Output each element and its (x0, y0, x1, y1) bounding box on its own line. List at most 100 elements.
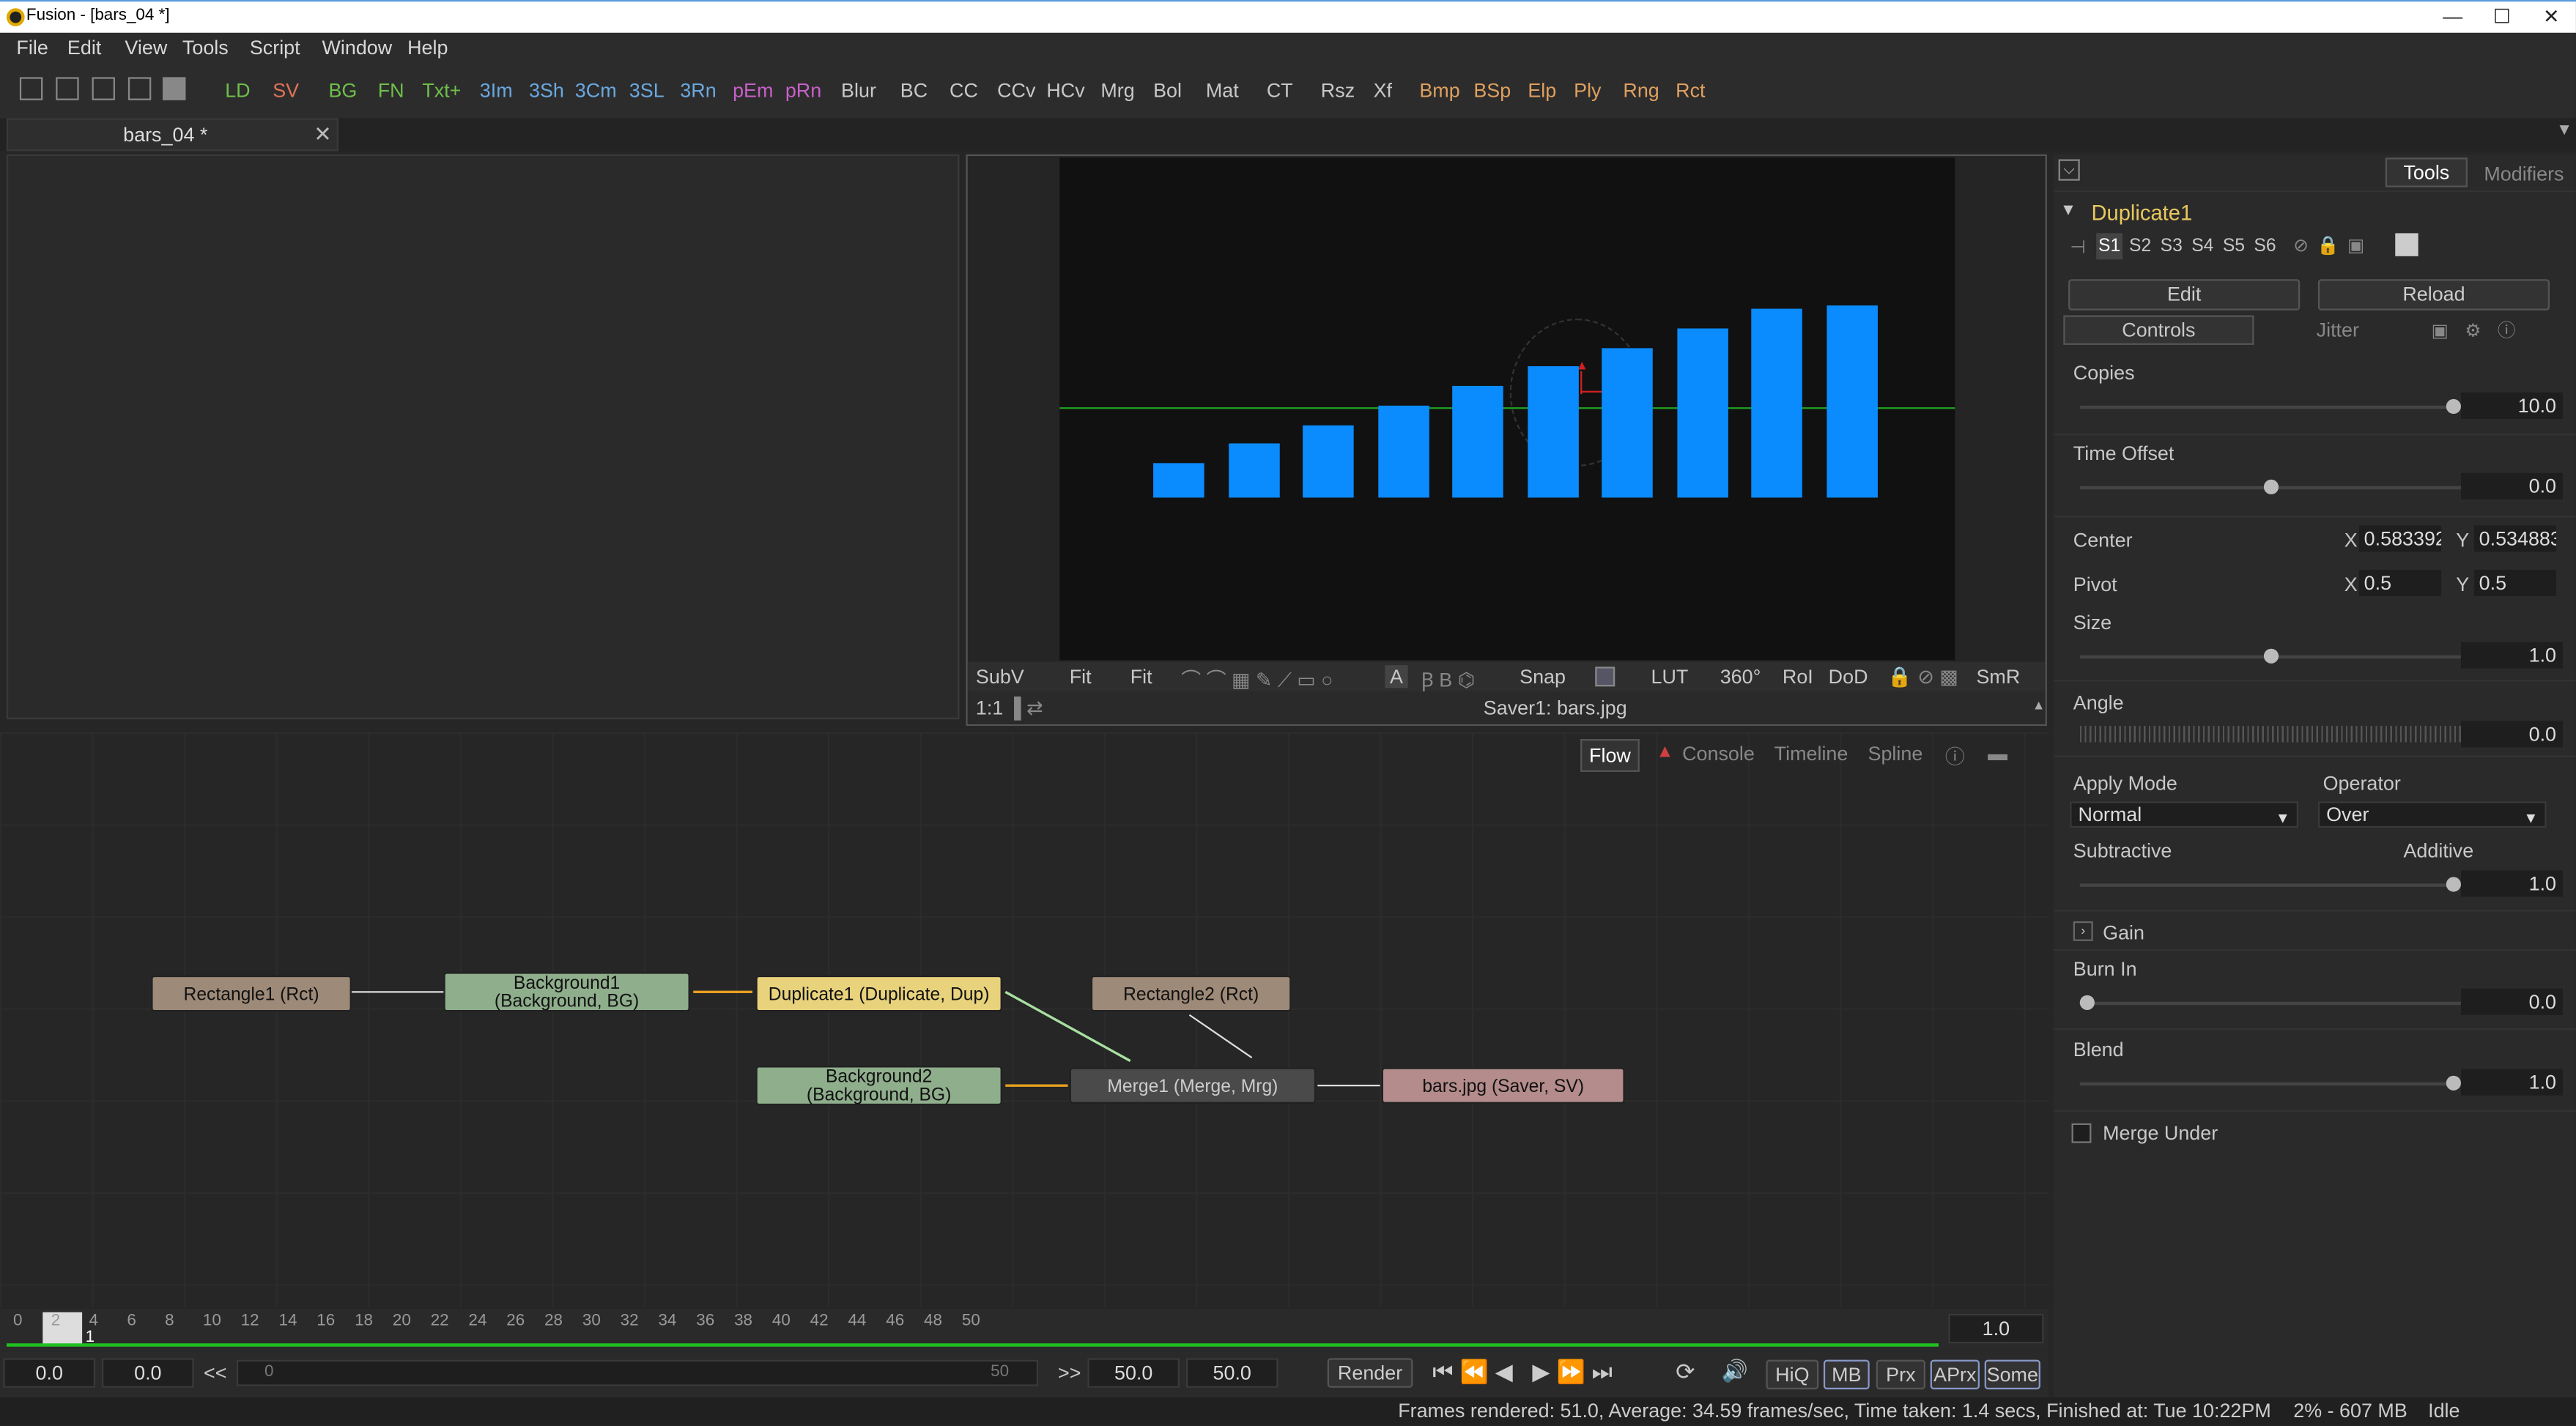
collapse-icon[interactable]: ⌵ (2058, 159, 2080, 181)
apply-mode-select[interactable]: Normal ▼ (2070, 801, 2298, 828)
layout-4-icon[interactable] (127, 77, 152, 100)
menu-help[interactable]: Help (407, 36, 448, 59)
menu-script[interactable]: Script (250, 36, 300, 59)
right-viewer[interactable]: ▲ SubV Fit Fit ⌒ ⌒ ▦ ✎ ⟋ ▭ ○ A Ꞵ B ⌬ Sna… (966, 154, 2047, 727)
reload-button[interactable]: Reload (2317, 279, 2550, 311)
tool-bmp-button[interactable]: Bmp (1419, 79, 1459, 102)
maximize-button[interactable]: ☐ (2486, 5, 2519, 28)
tool-rng-button[interactable]: Rng (1623, 79, 1659, 102)
pin-icon[interactable]: ⊣ (2070, 237, 2086, 258)
tool-ccv-button[interactable]: CCv (997, 79, 1035, 102)
size-slider[interactable] (2079, 648, 2461, 664)
tool-xf-button[interactable]: Xf (1374, 79, 1392, 102)
loop-icon[interactable]: ⟳ (1676, 1358, 1695, 1386)
node-state-icons[interactable]: ⊘🔒▣ (2293, 235, 2372, 256)
tab-tools[interactable]: Tools (2385, 157, 2468, 187)
size-value[interactable]: 1.0 (2460, 642, 2563, 669)
burn-in-slider[interactable] (2079, 995, 2461, 1011)
mb-button[interactable]: MB (1823, 1359, 1870, 1389)
render-end-field[interactable]: 50.0 (1087, 1358, 1180, 1388)
roi-button[interactable]: RoI (1783, 665, 1813, 688)
render-button[interactable]: Render (1327, 1358, 1413, 1388)
center-y-value[interactable]: 0.534883 (2473, 525, 2557, 552)
slot-s2[interactable]: S2 (2129, 237, 2151, 256)
operator-select[interactable]: Over ▼ (2317, 801, 2547, 828)
step-fwd-label[interactable]: >> (1058, 1362, 1081, 1384)
tool-txtplus-button[interactable]: Txt+ (422, 79, 461, 102)
spline-tools-icon[interactable]: ⌒ ⌒ ▦ ✎ ⟋ ▭ ○ (1181, 665, 1333, 693)
tool-rct-button[interactable]: Rct (1676, 79, 1705, 102)
text-tools-icon[interactable]: Ꞵ B ⌬ (1421, 665, 1476, 693)
subview-button[interactable]: SubV (976, 665, 1024, 688)
menu-tools[interactable]: Tools (182, 36, 229, 59)
node-rectangle1[interactable]: Rectangle1 (Rct) (151, 975, 352, 1012)
prx-button[interactable]: Prx (1876, 1359, 1925, 1389)
node-rectangle2[interactable]: Rectangle2 (Rct) (1090, 975, 1292, 1012)
tab-modifiers[interactable]: Modifiers (2484, 163, 2564, 185)
tool-bc-button[interactable]: BC (900, 79, 928, 102)
aprx-button[interactable]: APrx (1930, 1359, 1980, 1389)
tool-blur-button[interactable]: Blur (841, 79, 876, 102)
step-back-label[interactable]: << (204, 1362, 226, 1384)
lock-icon[interactable]: 🔒 ⊘ ▩ (1887, 665, 1958, 688)
blend-slider[interactable] (2079, 1075, 2461, 1091)
dod-button[interactable]: DoD (1829, 665, 1868, 688)
center-x-value[interactable]: 0.583392 (2358, 525, 2442, 552)
layout-3-icon[interactable] (92, 77, 115, 100)
aspect-icon[interactable]: ▐ ⇄ (1007, 697, 1043, 719)
render-start-field[interactable]: 0.0 (102, 1358, 194, 1388)
node-background2[interactable]: Background2 (Background, BG) (755, 1066, 1002, 1106)
close-button[interactable]: ✕ (2535, 5, 2568, 28)
gain-expand-icon[interactable]: › (2073, 921, 2093, 941)
angle-value[interactable]: 0.0 (2460, 721, 2563, 748)
text-a-icon[interactable]: A (1385, 665, 1408, 688)
tool-cc-button[interactable]: CC (950, 79, 978, 102)
slot-s1[interactable]: S1 (2096, 233, 2123, 260)
pivot-y-value[interactable]: 0.5 (2473, 570, 2557, 596)
global-start-field[interactable]: 0.0 (3, 1358, 96, 1388)
layout-5-icon[interactable] (162, 77, 186, 100)
slot-s3[interactable]: S3 (2161, 237, 2183, 256)
hiq-button[interactable]: HiQ (1766, 1359, 1819, 1389)
node-merge1[interactable]: Merge1 (Merge, Mrg) (1069, 1067, 1317, 1104)
tool-hcv-button[interactable]: HCv (1046, 79, 1084, 102)
tool-ply-button[interactable]: Ply (1574, 79, 1601, 102)
node-duplicate1[interactable]: Duplicate1 (Duplicate, Dup) (755, 975, 1002, 1012)
smr-button[interactable]: SmR (1976, 665, 2020, 688)
merge-under-checkbox[interactable] (2071, 1123, 2092, 1143)
copies-value[interactable]: 10.0 (2460, 392, 2563, 419)
current-time-field[interactable]: 1.0 (1948, 1313, 2044, 1344)
some-button[interactable]: Some (1984, 1359, 2040, 1389)
tool-3rn-button[interactable]: 3Rn (680, 79, 716, 102)
slot-s5[interactable]: S5 (2223, 237, 2245, 256)
snap-button[interactable]: Snap (1520, 665, 1566, 688)
playhead[interactable] (42, 1312, 83, 1345)
pivot-x-value[interactable]: 0.5 (2358, 570, 2442, 596)
layout-2-icon[interactable] (56, 77, 79, 100)
fit-button[interactable]: Fit (1130, 665, 1152, 688)
expand-icon[interactable]: ▼ (2060, 202, 2076, 220)
node-saver[interactable]: bars.jpg (Saver, SV) (1381, 1067, 1625, 1104)
tab-menu-icon[interactable]: ▼ (2556, 122, 2572, 140)
tool-rsz-button[interactable]: Rsz (1321, 79, 1355, 102)
tool-3im-button[interactable]: 3Im (480, 79, 513, 102)
subtractive-additive-value[interactable]: 1.0 (2460, 870, 2563, 897)
range-slider[interactable]: 0 50 (236, 1359, 1039, 1386)
tool-pem-button[interactable]: pEm (733, 79, 773, 102)
flow-editor[interactable]: Flow ▲ Console Timeline Spline ⓘ ▬ Recta… (0, 732, 2049, 1307)
tab-jitter[interactable]: Jitter (2317, 319, 2359, 341)
node-background1[interactable]: Background1 (Background, BG) (443, 972, 690, 1012)
time-ruler[interactable]: 1 1.0 0 2 4 6 8 10 12 14 16 18 20 22 24 26 28 30 32 34 36 3… (0, 1309, 2049, 1352)
tool-3cm-button[interactable]: 3Cm (575, 79, 617, 102)
tool-prn-button[interactable]: pRn (785, 79, 821, 102)
edit-button[interactable]: Edit (2068, 279, 2301, 311)
slot-s4[interactable]: S4 (2191, 237, 2213, 256)
color-swatch-icon[interactable] (2395, 233, 2418, 256)
doc-tab-close-icon[interactable]: ✕ (314, 122, 331, 148)
copies-slider[interactable] (2079, 398, 2461, 415)
menu-edit[interactable]: Edit (67, 36, 101, 59)
menu-file[interactable]: File (16, 36, 48, 59)
menu-window[interactable]: Window (322, 36, 392, 59)
menu-view[interactable]: View (125, 36, 167, 59)
doc-tab[interactable]: bars_04 * ✕ (6, 118, 338, 152)
